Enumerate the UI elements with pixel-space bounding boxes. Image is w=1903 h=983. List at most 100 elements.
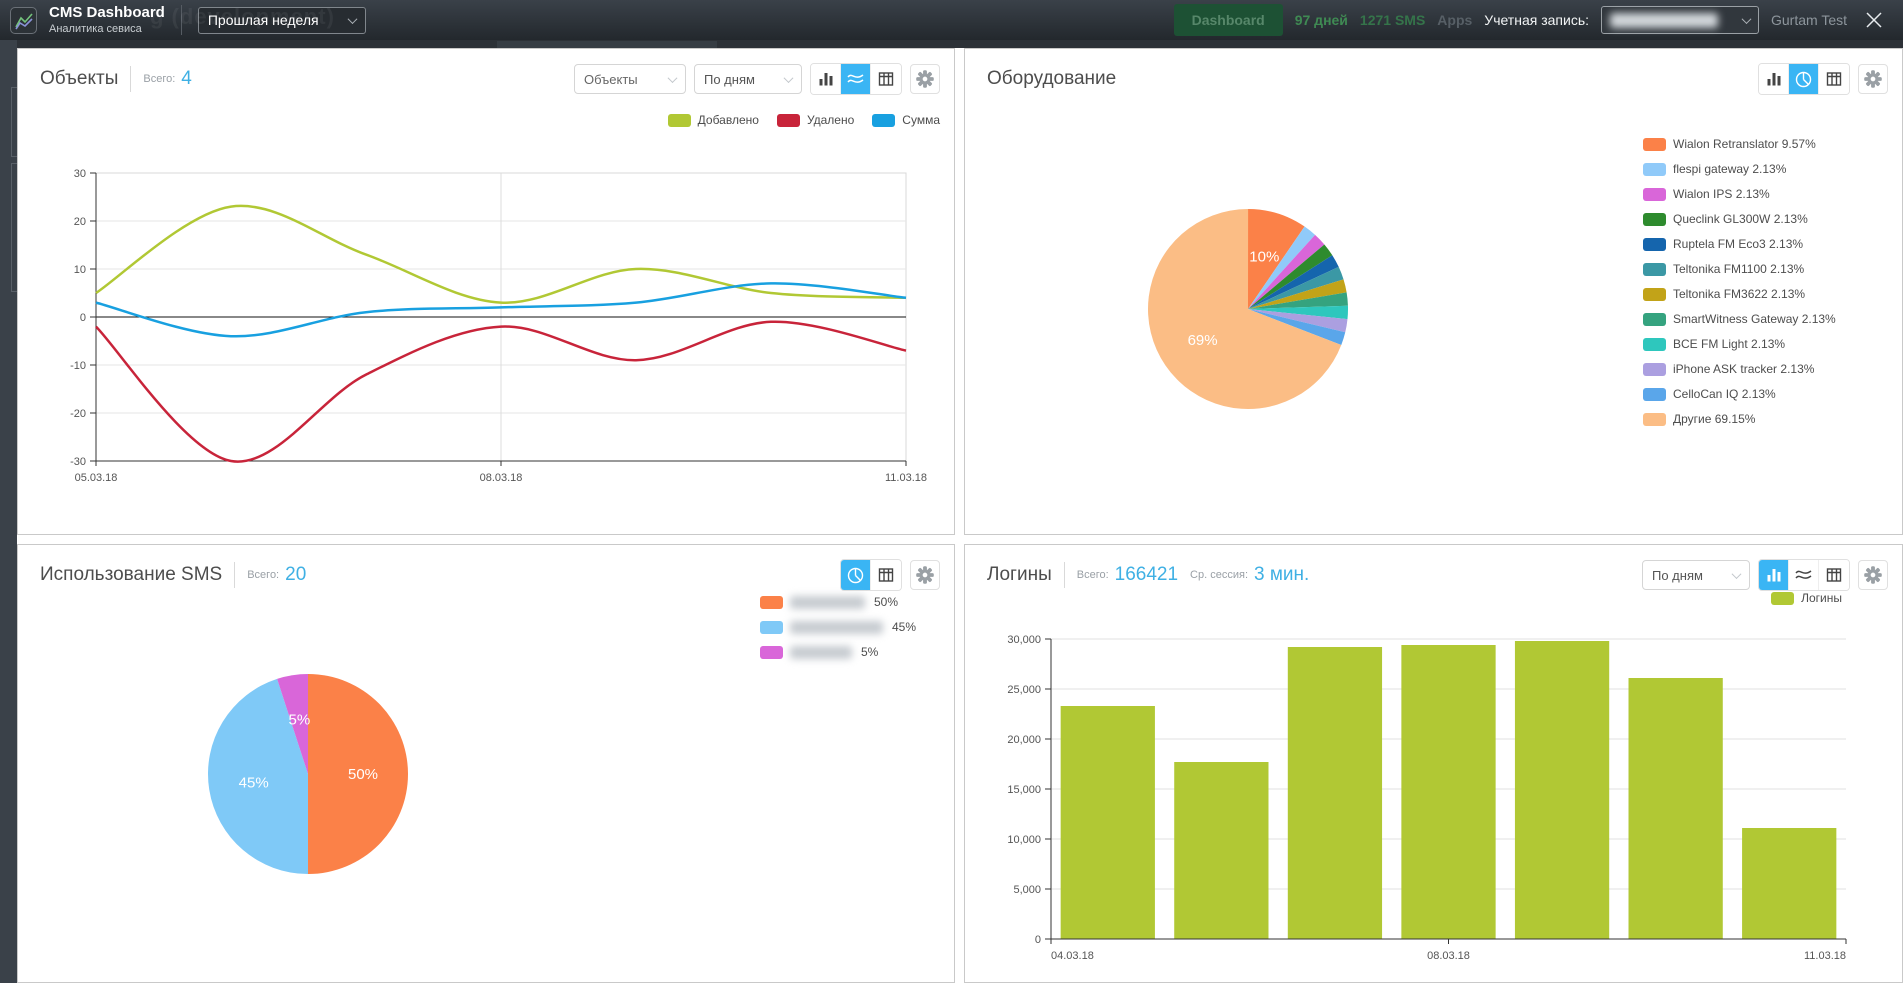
line-chart-view-button[interactable] — [841, 64, 871, 94]
svg-text:11.03.18: 11.03.18 — [1804, 950, 1846, 962]
objects-interval-select[interactable]: По дням — [694, 64, 802, 94]
bar-chart-view-button[interactable] — [811, 64, 841, 94]
background-sidebar-sliver — [0, 40, 17, 983]
bar-chart-view-button[interactable] — [1759, 560, 1789, 590]
sms-settings-button[interactable] — [910, 560, 940, 590]
table-icon — [1826, 567, 1842, 583]
legend-item[interactable]: Логины — [1771, 591, 1842, 605]
bar-chart-icon — [1766, 71, 1782, 87]
account-select[interactable] — [1601, 6, 1759, 34]
svg-text:05.03.18: 05.03.18 — [75, 472, 118, 484]
svg-text:11.03.18: 11.03.18 — [885, 472, 927, 484]
legend-item[interactable]: Ruptela FM Eco3 2.13% — [1643, 237, 1836, 251]
legend-label: 5% — [861, 645, 878, 659]
logins-interval-select[interactable]: По дням — [1642, 560, 1750, 590]
legend-label: BCE FM Light 2.13% — [1673, 337, 1785, 351]
legend-item[interactable]: BCE FM Light 2.13% — [1643, 337, 1836, 351]
legend-item[interactable]: Другие 69.15% — [1643, 412, 1836, 426]
panel-title: Логины — [987, 564, 1052, 586]
cms-dashboard-screen: g (development) CMS Dashboard Аналитика … — [0, 0, 1903, 983]
svg-text:0: 0 — [1035, 934, 1041, 946]
pie-chart-view-button[interactable] — [1789, 64, 1819, 94]
legend-item[interactable]: Teltonika FM1100 2.13% — [1643, 262, 1836, 276]
line-chart-icon — [1795, 567, 1812, 583]
bar-chart-icon — [818, 71, 834, 87]
legend-label: Сумма — [902, 113, 940, 127]
legend-item[interactable]: 45% — [760, 620, 916, 634]
redacted-label — [790, 646, 852, 659]
legend-item[interactable]: Queclink GL300W 2.13% — [1643, 212, 1836, 226]
svg-text:30,000: 30,000 — [1007, 634, 1041, 646]
legend-item[interactable]: Удалено — [777, 113, 854, 127]
legend-label: Teltonika FM3622 2.13% — [1673, 287, 1805, 301]
period-select-value: Прошлая неделя — [208, 12, 319, 28]
svg-text:50%: 50% — [348, 766, 378, 783]
objects-settings-button[interactable] — [910, 64, 940, 94]
legend-item[interactable]: Wialon Retranslator 9.57% — [1643, 137, 1836, 151]
legend-swatch — [872, 114, 895, 127]
legend-label: 45% — [892, 620, 916, 634]
app-logo-icon — [10, 7, 37, 34]
session-value: 3 мин. — [1254, 564, 1309, 586]
gear-icon — [916, 70, 934, 88]
legend-item[interactable]: flespi gateway 2.13% — [1643, 162, 1836, 176]
pie-chart-view-button[interactable] — [841, 560, 871, 590]
legend-label: CelloCan IQ 2.13% — [1673, 387, 1776, 401]
close-button[interactable] — [1859, 5, 1889, 35]
gear-icon — [1864, 566, 1882, 584]
logins-legend: Логины — [1771, 591, 1842, 605]
panel-equipment-header: Оборудование — [965, 49, 1902, 97]
legend-swatch — [668, 114, 691, 127]
legend-label: SmartWitness Gateway 2.13% — [1673, 312, 1836, 326]
svg-text:10,000: 10,000 — [1007, 834, 1041, 846]
panel-title: Использование SMS — [40, 564, 222, 586]
legend-item[interactable]: Teltonika FM3622 2.13% — [1643, 287, 1836, 301]
equipment-settings-button[interactable] — [1858, 64, 1888, 94]
legend-item[interactable]: SmartWitness Gateway 2.13% — [1643, 312, 1836, 326]
legend-swatch — [760, 621, 783, 634]
line-chart-view-button[interactable] — [1789, 560, 1819, 590]
legend-label: iPhone ASK tracker 2.13% — [1673, 362, 1814, 376]
legend-item[interactable]: Сумма — [872, 113, 940, 127]
legend-label: Wialon Retranslator 9.57% — [1673, 137, 1816, 151]
svg-text:-10: -10 — [70, 360, 86, 372]
app-subtitle: Аналитика севиса — [49, 23, 165, 35]
legend-label: 50% — [874, 595, 898, 609]
legend-item[interactable]: 5% — [760, 645, 916, 659]
svg-text:08.03.18: 08.03.18 — [480, 472, 523, 484]
gear-icon — [916, 566, 934, 584]
session-label: Ср. сессия: — [1190, 569, 1248, 581]
objects-legend: Добавлено Удалено Сумма — [668, 113, 940, 127]
sms-legend: 50% 45% 5% — [760, 595, 916, 670]
legend-label: Ruptela FM Eco3 2.13% — [1673, 237, 1803, 251]
table-view-button[interactable] — [871, 560, 901, 590]
total-value: 166421 — [1115, 564, 1178, 586]
legend-item[interactable]: Добавлено — [668, 113, 759, 127]
background-tab-hint — [497, 41, 717, 48]
period-select[interactable]: Прошлая неделя — [198, 7, 366, 34]
legend-item[interactable]: CelloCan IQ 2.13% — [1643, 387, 1836, 401]
bar-chart-view-button[interactable] — [1759, 64, 1789, 94]
total-label: Всего: — [1077, 569, 1109, 581]
panel-objects: Объекты Всего: 4 Объекты По дням Добавле… — [17, 48, 955, 535]
legend-label: Wialon IPS 2.13% — [1673, 187, 1770, 201]
pie-chart-icon — [1795, 71, 1812, 88]
pie-chart-icon — [847, 567, 864, 584]
background-apps-label: Apps — [1437, 12, 1472, 28]
legend-item[interactable]: 50% — [760, 595, 916, 609]
objects-type-select[interactable]: Объекты — [574, 64, 686, 94]
table-view-button[interactable] — [871, 64, 901, 94]
objects-line-chart: -30-20-10010203005.03.1808.03.1811.03.18 — [26, 161, 946, 511]
table-view-button[interactable] — [1819, 64, 1849, 94]
logins-bar-chart: 05,00010,00015,00020,00025,00030,00004.0… — [973, 625, 1898, 965]
svg-text:08.03.18: 08.03.18 — [1427, 950, 1470, 962]
legend-swatch — [1643, 288, 1666, 301]
panel-sms-usage: Использование SMS Всего: 20 50%45%5% 50%… — [17, 544, 955, 983]
legend-swatch — [777, 114, 800, 127]
table-view-button[interactable] — [1819, 560, 1849, 590]
close-icon — [1863, 9, 1885, 31]
legend-item[interactable]: Wialon IPS 2.13% — [1643, 187, 1836, 201]
equipment-pie-chart: 10%69% — [1098, 159, 1398, 459]
logins-settings-button[interactable] — [1858, 560, 1888, 590]
legend-item[interactable]: iPhone ASK tracker 2.13% — [1643, 362, 1836, 376]
